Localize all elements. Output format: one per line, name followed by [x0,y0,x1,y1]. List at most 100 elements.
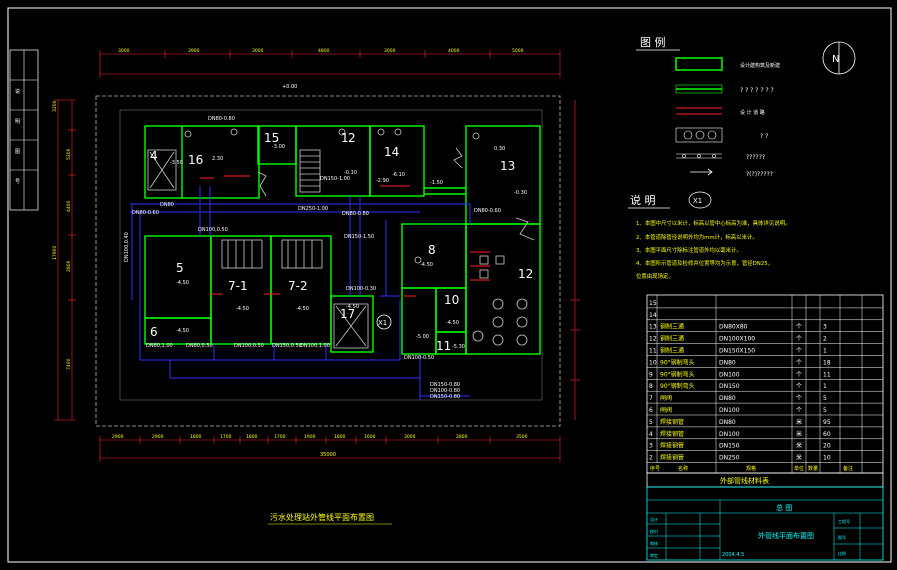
notes-line-4: 位置由现场定。 [636,272,674,280]
table-cell-no: 12 [649,336,657,343]
table-cell-qty: 2 [823,336,827,343]
pipe-label-16: DN80-0.60 [474,208,501,214]
legend-label-5: ?(?)????? [746,171,773,178]
pipe-label-18: DN80-0.60 [132,210,159,216]
col-header-1: 名称 [678,465,688,472]
notes-line-1: 2、本管道除管径说明外均为mm计，标高以米计。 [636,233,758,241]
legend-label-1: ? ? ? ? ? ? ? [740,87,774,94]
table-cell-qty: 18 [823,359,831,366]
title-block-gridlines [647,499,883,560]
room-10: 10 [444,293,459,307]
table-cell-name: 90°钢制弯头 [660,358,695,366]
table-cell-name: 钢制三通 [660,347,684,355]
table-cell-unit: 个 [796,348,802,355]
pipe-label-11: DN100,1.00 [300,343,330,349]
top-dim-1: 3900 [188,48,200,54]
pipe-label-10: DN150,0.50 [272,343,302,349]
elev-3: -4.50 [236,306,249,312]
table-cell-no: 9 [649,371,653,378]
col-header-4: 数量 [808,465,818,472]
legend-label-4: ?????? [746,154,765,161]
table-cell-spec: DN100 [719,371,740,378]
side-strip-text-0: 说 [15,88,20,95]
table-cell-qty: 11 [823,371,831,378]
table-cell-no: 2 [649,455,653,462]
tb-right-0: 工程号 [838,518,850,524]
elev-1: -4.50 [176,280,189,286]
pipe-label-14: DN150-0.80 [430,394,460,400]
table-cell-no: 11 [649,348,657,355]
table-cell-qty: 5 [823,395,827,402]
material-table-rows: 151413 钢制三通 DN80X80 个 312 钢制三通 DN100X100 个 211 钢制… [647,300,883,463]
left-dim-1: 5200 [66,148,72,160]
table-cell-name: 钢制三通 [660,323,684,331]
material-table-title: 外部管线材料表 [720,476,769,485]
table-cell-qty: 1 [823,348,827,355]
legend-swatch-building [675,57,723,71]
notes-panel[interactable]: 说 明 X1 1、本图中尺寸以米计，标高以管中心标高为准，具体详见说明。 2、本… [628,191,790,280]
title-cell-a: 总 图 [776,503,792,512]
elev-17: -1.50 [430,180,443,186]
legend-panel[interactable]: 图 例 设计建构筑及新建 ? ? ? ? ? ? ? 设 计 道 路 ? ? ?… [636,35,856,178]
table-cell-name: 焊接钢管 [660,442,684,450]
legend-label-0: 设计建构筑及新建 [740,62,780,69]
table-cell-unit: 个 [796,383,802,390]
site-plan[interactable]: 3000 3900 3000 4800 3000 4000 5000 3200 … [52,48,580,525]
notes-symbol: X1 [693,197,702,205]
elev-14: -3.00 [272,144,285,150]
elev-15: 2.30 [212,156,223,162]
pipe-label-7: DN80,1.00 [146,343,173,349]
room-11: 11 [436,339,451,353]
legend-swatch-arrow [690,168,713,176]
table-cell-qty: 10 [823,455,831,462]
bottom-dim-2: 1800 [190,434,202,440]
left-dim-4: 7400 [66,358,72,370]
elev-12: -6.10 [392,172,405,178]
side-strip-text-3: 号 [15,179,20,185]
top-dim-3: 4800 [318,48,330,54]
table-cell-no: 13 [649,324,657,331]
bottom-dim-total: 35000 [320,452,336,458]
elev-18: +0.00 [282,84,297,90]
bottom-dim-11: 3500 [516,434,528,440]
material-table[interactable]: 序号 名称 规格 单位 数量 备注 151413 钢制三通 DN80X80 个 312 钢… [646,294,884,474]
left-dimension-chain: 3200 5200 4400 2800 7400 17900 [52,99,76,421]
elev-6: -4.50 [420,262,433,268]
table-cell-no: 4 [649,431,653,438]
table-cell-no: 15 [649,300,657,307]
elev-8: -4.50 [446,320,459,326]
table-cell-unit: 米 [796,418,802,426]
table-cell-no: 6 [649,407,653,414]
title-block[interactable]: 外部管线材料表 总 图 外管线平面布置图 2004.4.5 设计 校对 审核 审… [646,472,884,561]
elev-2: -4.50 [176,328,189,334]
room-13: 13 [500,159,515,173]
bottom-dim-7: 1800 [334,434,346,440]
pipe-label-5: DN250-1.00 [298,206,328,212]
room-4: 4 [150,149,158,163]
tb-right-2: 比例 [838,550,846,556]
table-cell-unit: 米 [796,430,802,438]
table-cell-name: 闸阀 [660,406,672,414]
bottom-dim-8: 1600 [364,434,376,440]
cad-drawing-canvas[interactable]: 说 明 图 号 3000 3900 3000 4800 3000 4000 50… [0,0,897,570]
pipe-label-1: DN80 [160,202,174,208]
room-12: 12 [518,267,533,281]
legend-swatch-fence [676,153,722,159]
elev-13: -0.10 [344,170,357,176]
pipe-label-19: DN100,0.40 [124,232,130,262]
col-header-2: 规格 [746,465,756,472]
elev-11: -2.90 [376,178,389,184]
table-cell-name: 焊接钢管 [660,454,684,462]
pipe-label-2: DN100,0.50 [198,227,228,233]
site-boundary [95,95,561,427]
left-dim-2: 4400 [66,200,72,212]
table-cell-no: 10 [649,359,657,366]
table-cell-qty: 3 [823,324,827,331]
table-cell-unit: 米 [796,442,802,450]
bottom-dim-1: 2900 [152,434,164,440]
bottom-dim-0: 2900 [112,434,124,440]
side-strip-text-1: 明 [15,119,20,125]
tb-left-3: 审定 [650,552,658,558]
drawing-name: 外管线平面布置图 [758,531,814,540]
pipe-label-15: DN100-0.30 [346,286,376,292]
